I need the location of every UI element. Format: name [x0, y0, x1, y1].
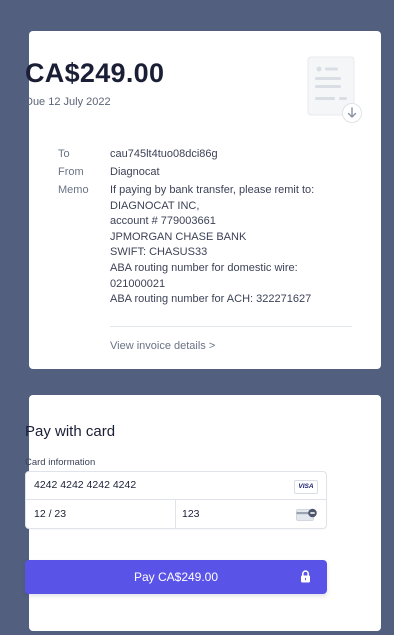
view-invoice-details-link[interactable]: View invoice details >	[110, 340, 215, 352]
lock-icon	[301, 570, 310, 583]
memo-line: 021000021	[110, 277, 166, 290]
card-cvc-cell	[176, 500, 326, 528]
to-value: cau745lt4tuo08dci86g	[110, 148, 218, 160]
pay-with-card-heading: Pay with card	[25, 423, 116, 440]
from-label: From	[58, 166, 84, 178]
invoice-due-date: Due 12 July 2022	[25, 96, 111, 108]
memo-line: SWIFT: CHASUS33	[110, 246, 208, 259]
invoice-document-icon	[307, 56, 362, 123]
memo-line: ABA routing number for ACH: 322271627	[110, 293, 312, 306]
invoice-amount: CA$249.00	[25, 58, 165, 88]
invoice-divider	[110, 326, 352, 327]
cvc-card-icon	[296, 508, 317, 521]
card-cvc-input[interactable]	[182, 508, 272, 520]
card-number-row: VISA	[26, 472, 326, 500]
memo-line: account # 779003661	[110, 215, 216, 228]
card-expiry-cell	[26, 500, 176, 528]
invoice-memo-text: If paying by bank transfer, please remit…	[110, 183, 350, 308]
pay-button[interactable]: Pay CA$249.00	[25, 560, 327, 594]
memo-label: Memo	[58, 184, 89, 196]
memo-line: ABA routing number for domestic wire:	[110, 261, 298, 274]
pay-button-label: Pay CA$249.00	[133, 570, 219, 584]
card-information-label: Card information	[25, 457, 96, 468]
memo-line: JPMORGAN CHASE BANK	[110, 230, 247, 243]
memo-line: If paying by bank transfer, please remit…	[110, 184, 315, 196]
card-information-fieldset: VISA	[25, 471, 327, 529]
card-expiry-input[interactable]	[34, 508, 164, 520]
memo-line: DIAGNOCAT INC,	[110, 199, 200, 212]
card-number-input[interactable]	[34, 479, 264, 491]
from-value: Diagnocat	[110, 166, 160, 178]
to-label: To	[58, 148, 70, 160]
visa-icon: VISA	[294, 480, 318, 494]
